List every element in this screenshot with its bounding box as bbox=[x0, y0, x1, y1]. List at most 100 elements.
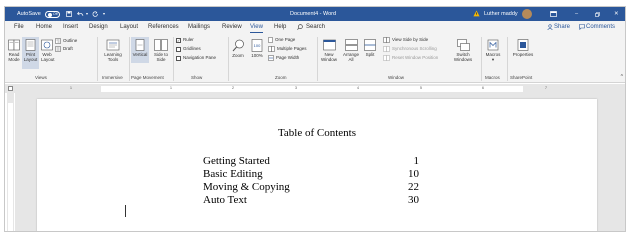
page-width-icon bbox=[268, 55, 274, 61]
share-icon[interactable] bbox=[547, 24, 553, 30]
gridlines-checkbox[interactable]: Gridlines bbox=[176, 46, 201, 52]
one-page-icon bbox=[268, 37, 273, 43]
draft-icon bbox=[55, 46, 61, 52]
restore-icon[interactable] bbox=[595, 11, 600, 17]
arrange-all-button[interactable]: Arrange All bbox=[341, 39, 361, 62]
comments-button[interactable]: Comments bbox=[586, 21, 615, 33]
tab-file[interactable]: File bbox=[14, 21, 24, 33]
zoom-100-button[interactable]: 100 100% bbox=[249, 39, 265, 58]
save-icon[interactable] bbox=[66, 11, 72, 17]
warning-icon[interactable] bbox=[473, 10, 480, 17]
toc-entry: Basic Editing bbox=[203, 168, 263, 180]
customize-toolbar-icon[interactable]: ▾ bbox=[103, 7, 105, 21]
tab-home[interactable]: Home bbox=[36, 21, 52, 33]
sharepoint-group-label: SharePoint bbox=[510, 75, 533, 80]
ruler-number: 7 bbox=[545, 86, 547, 90]
tab-selector-icon[interactable] bbox=[8, 86, 13, 91]
ruler-checkbox[interactable]: ✓ Ruler bbox=[176, 37, 194, 43]
toc-page-number: 10 bbox=[408, 168, 419, 180]
ruler-number: 1 bbox=[170, 86, 172, 90]
text-cursor bbox=[125, 205, 126, 217]
window-group-label: Window bbox=[388, 75, 405, 80]
minimize-icon[interactable]: – bbox=[575, 7, 578, 21]
ribbon-display-options-icon[interactable] bbox=[550, 11, 557, 17]
group-separator bbox=[228, 37, 229, 81]
one-page-button[interactable]: One Page bbox=[268, 37, 295, 43]
tab-help[interactable]: Help bbox=[274, 21, 286, 33]
group-separator bbox=[173, 37, 174, 81]
autosave-label: AutoSave bbox=[17, 11, 41, 17]
multiple-pages-icon bbox=[268, 46, 275, 52]
tab-layout[interactable]: Layout bbox=[120, 21, 138, 33]
synchronous-scrolling-button[interactable]: Synchronous Scrolling bbox=[383, 46, 437, 52]
redo-icon[interactable] bbox=[92, 11, 99, 17]
user-name[interactable]: Luther maddy bbox=[484, 7, 518, 21]
print-layout-button[interactable]: Print Layout bbox=[22, 37, 39, 69]
tab-references[interactable]: References bbox=[148, 21, 179, 33]
multiple-pages-button[interactable]: Multiple Pages bbox=[268, 46, 307, 52]
web-layout-icon bbox=[41, 39, 53, 51]
new-window-button[interactable]: New Window bbox=[319, 39, 339, 62]
page-width-button[interactable]: Page Width bbox=[268, 55, 299, 61]
draft-button[interactable]: Draft bbox=[55, 46, 73, 52]
vertical-ruler[interactable] bbox=[7, 93, 14, 231]
vertical-scrollbar[interactable] bbox=[624, 93, 625, 231]
search-icon[interactable] bbox=[297, 24, 303, 30]
share-button[interactable]: Share bbox=[554, 21, 570, 33]
toc-entry: Getting Started bbox=[203, 155, 270, 167]
macros-group-label: Macros bbox=[485, 75, 500, 80]
ribbon-tabs: File Home Insert Design Layout Reference… bbox=[5, 21, 625, 33]
outline-button[interactable]: Outline bbox=[55, 38, 77, 44]
macros-icon bbox=[487, 39, 499, 51]
ruler-number: 3 bbox=[295, 86, 297, 90]
group-separator bbox=[129, 37, 130, 81]
tab-design[interactable]: Design bbox=[89, 21, 108, 33]
toc-entry: Auto Text bbox=[203, 194, 247, 206]
macros-button[interactable]: Macros ▾ bbox=[483, 39, 503, 62]
group-separator bbox=[507, 37, 508, 81]
toc-page-number: 1 bbox=[413, 155, 420, 167]
group-separator bbox=[317, 37, 318, 81]
title-bar: AutoSave Off ▾ ▾ Document4 - Word Luther… bbox=[5, 7, 625, 21]
page-movement-group-label: Page Movement bbox=[131, 75, 164, 80]
search-box[interactable]: Search bbox=[306, 21, 325, 33]
read-mode-icon bbox=[8, 39, 20, 51]
view-side-by-side-button[interactable]: View Side by Side bbox=[383, 37, 428, 43]
split-icon bbox=[364, 39, 376, 51]
vertical-button[interactable]: Vertical bbox=[131, 37, 149, 63]
new-window-icon bbox=[322, 39, 336, 51]
comments-icon[interactable] bbox=[579, 24, 585, 30]
group-separator bbox=[97, 37, 98, 81]
horizontal-ruler[interactable]: 1 1 2 3 4 5 6 7 bbox=[5, 84, 625, 93]
toc-entry: Moving & Copying bbox=[203, 181, 290, 193]
tab-insert[interactable]: Insert bbox=[63, 21, 78, 33]
document-page[interactable]: Table of Contents Getting Started 1 Basi… bbox=[37, 99, 597, 231]
switch-windows-button[interactable]: Switch Windows bbox=[451, 39, 475, 62]
ruler-number: 1 bbox=[70, 86, 72, 90]
collapse-ribbon-icon[interactable]: ^ bbox=[621, 74, 623, 80]
read-mode-button[interactable]: Read Mode bbox=[7, 39, 21, 62]
web-layout-button[interactable]: Web Layout bbox=[41, 39, 55, 62]
learning-tools-icon bbox=[106, 39, 120, 51]
tab-view[interactable]: View bbox=[250, 21, 263, 33]
undo-icon[interactable] bbox=[77, 11, 84, 17]
split-button[interactable]: Split bbox=[363, 39, 377, 57]
ruler-number: 6 bbox=[482, 86, 484, 90]
print-layout-icon bbox=[25, 39, 36, 51]
group-separator bbox=[481, 37, 482, 81]
properties-button[interactable]: Properties bbox=[510, 39, 536, 57]
vertical-movement-icon bbox=[135, 39, 145, 51]
tab-review[interactable]: Review bbox=[222, 21, 242, 33]
undo-dropdown-icon[interactable]: ▾ bbox=[86, 7, 88, 21]
word-window: AutoSave Off ▾ ▾ Document4 - Word Luther… bbox=[4, 6, 626, 232]
autosave-toggle[interactable]: Off bbox=[45, 10, 60, 18]
navigation-pane-checkbox[interactable]: Navigation Pane bbox=[176, 55, 216, 61]
side-to-side-button[interactable]: Side to Side bbox=[151, 39, 171, 62]
learning-tools-button[interactable]: Learning Tools bbox=[100, 39, 126, 62]
switch-windows-icon bbox=[456, 39, 470, 51]
close-icon[interactable]: ✕ bbox=[614, 7, 619, 21]
reset-window-position-button[interactable]: Reset Window Position bbox=[383, 55, 438, 61]
avatar[interactable] bbox=[522, 9, 532, 19]
zoom-button[interactable]: Zoom bbox=[230, 39, 246, 58]
tab-mailings[interactable]: Mailings bbox=[188, 21, 210, 33]
